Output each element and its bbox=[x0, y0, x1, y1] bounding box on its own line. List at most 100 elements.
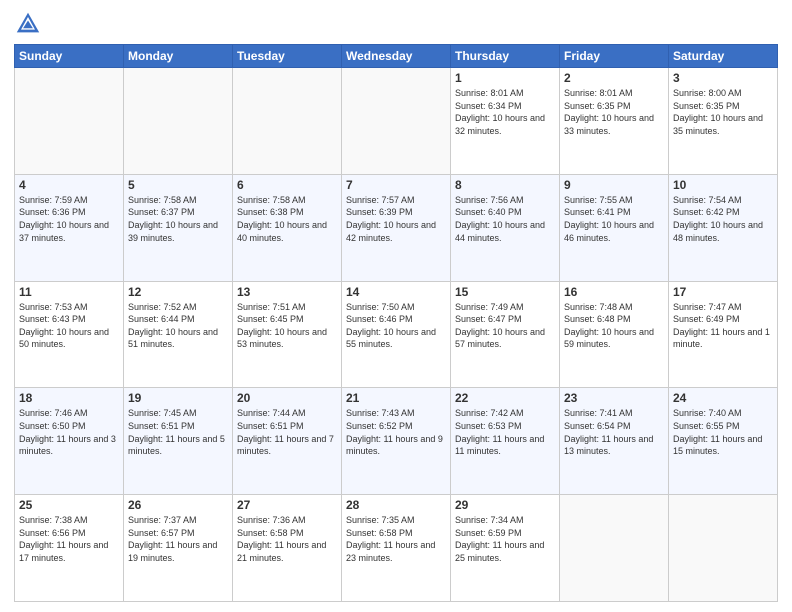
calendar-day-cell: 26 Sunrise: 7:37 AM Sunset: 6:57 PM Dayli… bbox=[124, 495, 233, 602]
day-info: Sunrise: 7:56 AM Sunset: 6:40 PM Dayligh… bbox=[455, 194, 555, 244]
calendar-day-cell: 6 Sunrise: 7:58 AM Sunset: 6:38 PM Daylig… bbox=[233, 174, 342, 281]
calendar-day-cell: 14 Sunrise: 7:50 AM Sunset: 6:46 PM Dayli… bbox=[342, 281, 451, 388]
calendar-day-header: Saturday bbox=[669, 45, 778, 68]
calendar-day-cell: 9Sunrise: 7:55 AM Sunset: 6:41 PM Daylig… bbox=[560, 174, 669, 281]
day-number: 6 bbox=[237, 178, 337, 192]
day-number: 5 bbox=[128, 178, 228, 192]
calendar-day-cell: 23 Sunrise: 7:41 AM Sunset: 6:54 PM Dayli… bbox=[560, 388, 669, 495]
day-info: Sunrise: 7:52 AM Sunset: 6:44 PM Dayligh… bbox=[128, 301, 228, 351]
calendar-day-cell: 1 Sunrise: 8:01 AM Sunset: 6:34 PM Daylig… bbox=[451, 68, 560, 175]
day-info: Sunrise: 7:40 AM Sunset: 6:55 PM Dayligh… bbox=[673, 407, 773, 457]
day-number: 27 bbox=[237, 498, 337, 512]
day-info: Sunrise: 7:38 AM Sunset: 6:56 PM Dayligh… bbox=[19, 514, 119, 564]
logo-icon bbox=[14, 10, 42, 38]
day-number: 22 bbox=[455, 391, 555, 405]
day-info: Sunrise: 7:50 AM Sunset: 6:46 PM Dayligh… bbox=[346, 301, 446, 351]
calendar-day-cell: 27 Sunrise: 7:36 AM Sunset: 6:58 PM Dayli… bbox=[233, 495, 342, 602]
calendar-day-cell: 10 Sunrise: 7:54 AM Sunset: 6:42 PM Dayli… bbox=[669, 174, 778, 281]
calendar-day-cell bbox=[669, 495, 778, 602]
calendar-day-cell: 13 Sunrise: 7:51 AM Sunset: 6:45 PM Dayli… bbox=[233, 281, 342, 388]
day-info: Sunrise: 8:01 AM Sunset: 6:35 PM Dayligh… bbox=[564, 87, 664, 137]
day-number: 12 bbox=[128, 285, 228, 299]
calendar-day-cell bbox=[124, 68, 233, 175]
calendar-day-header: Monday bbox=[124, 45, 233, 68]
day-info: Sunrise: 7:34 AM Sunset: 6:59 PM Dayligh… bbox=[455, 514, 555, 564]
day-info: Sunrise: 7:36 AM Sunset: 6:58 PM Dayligh… bbox=[237, 514, 337, 564]
day-number: 13 bbox=[237, 285, 337, 299]
calendar-day-cell: 12 Sunrise: 7:52 AM Sunset: 6:44 PM Dayli… bbox=[124, 281, 233, 388]
day-info: Sunrise: 7:45 AM Sunset: 6:51 PM Dayligh… bbox=[128, 407, 228, 457]
day-info: Sunrise: 8:01 AM Sunset: 6:34 PM Dayligh… bbox=[455, 87, 555, 137]
calendar-header-row: SundayMondayTuesdayWednesdayThursdayFrid… bbox=[15, 45, 778, 68]
calendar-day-header: Thursday bbox=[451, 45, 560, 68]
day-info: Sunrise: 7:53 AM Sunset: 6:43 PM Dayligh… bbox=[19, 301, 119, 351]
day-number: 4 bbox=[19, 178, 119, 192]
day-number: 17 bbox=[673, 285, 773, 299]
day-number: 11 bbox=[19, 285, 119, 299]
calendar-day-cell: 8 Sunrise: 7:56 AM Sunset: 6:40 PM Daylig… bbox=[451, 174, 560, 281]
day-number: 3 bbox=[673, 71, 773, 85]
calendar-day-cell bbox=[560, 495, 669, 602]
calendar-day-cell: 4 Sunrise: 7:59 AM Sunset: 6:36 PM Daylig… bbox=[15, 174, 124, 281]
page-header bbox=[14, 10, 778, 38]
day-info: Sunrise: 7:42 AM Sunset: 6:53 PM Dayligh… bbox=[455, 407, 555, 457]
day-number: 24 bbox=[673, 391, 773, 405]
day-info: Sunrise: 7:46 AM Sunset: 6:50 PM Dayligh… bbox=[19, 407, 119, 457]
day-number: 7 bbox=[346, 178, 446, 192]
calendar-day-cell: 5Sunrise: 7:58 AM Sunset: 6:37 PM Daylig… bbox=[124, 174, 233, 281]
day-info: Sunrise: 7:43 AM Sunset: 6:52 PM Dayligh… bbox=[346, 407, 446, 457]
day-info: Sunrise: 7:58 AM Sunset: 6:38 PM Dayligh… bbox=[237, 194, 337, 244]
day-info: Sunrise: 7:57 AM Sunset: 6:39 PM Dayligh… bbox=[346, 194, 446, 244]
day-info: Sunrise: 7:51 AM Sunset: 6:45 PM Dayligh… bbox=[237, 301, 337, 351]
calendar-week-row: 11 Sunrise: 7:53 AM Sunset: 6:43 PM Dayli… bbox=[15, 281, 778, 388]
calendar-day-cell: 28 Sunrise: 7:35 AM Sunset: 6:58 PM Dayli… bbox=[342, 495, 451, 602]
day-number: 2 bbox=[564, 71, 664, 85]
calendar-day-cell: 20 Sunrise: 7:44 AM Sunset: 6:51 PM Dayli… bbox=[233, 388, 342, 495]
calendar-day-cell bbox=[342, 68, 451, 175]
day-info: Sunrise: 7:54 AM Sunset: 6:42 PM Dayligh… bbox=[673, 194, 773, 244]
day-number: 14 bbox=[346, 285, 446, 299]
calendar-day-cell: 24 Sunrise: 7:40 AM Sunset: 6:55 PM Dayli… bbox=[669, 388, 778, 495]
calendar-day-cell: 19Sunrise: 7:45 AM Sunset: 6:51 PM Dayli… bbox=[124, 388, 233, 495]
calendar-week-row: 1 Sunrise: 8:01 AM Sunset: 6:34 PM Daylig… bbox=[15, 68, 778, 175]
logo bbox=[14, 10, 46, 38]
calendar-week-row: 25 Sunrise: 7:38 AM Sunset: 6:56 PM Dayli… bbox=[15, 495, 778, 602]
calendar-day-cell bbox=[15, 68, 124, 175]
day-number: 26 bbox=[128, 498, 228, 512]
calendar-day-header: Sunday bbox=[15, 45, 124, 68]
day-number: 1 bbox=[455, 71, 555, 85]
day-number: 15 bbox=[455, 285, 555, 299]
calendar-day-cell: 17 Sunrise: 7:47 AM Sunset: 6:49 PM Dayli… bbox=[669, 281, 778, 388]
calendar-day-header: Wednesday bbox=[342, 45, 451, 68]
day-number: 8 bbox=[455, 178, 555, 192]
day-number: 9 bbox=[564, 178, 664, 192]
day-number: 25 bbox=[19, 498, 119, 512]
calendar-day-cell: 18 Sunrise: 7:46 AM Sunset: 6:50 PM Dayli… bbox=[15, 388, 124, 495]
day-info: Sunrise: 7:47 AM Sunset: 6:49 PM Dayligh… bbox=[673, 301, 773, 351]
day-info: Sunrise: 7:41 AM Sunset: 6:54 PM Dayligh… bbox=[564, 407, 664, 457]
day-number: 20 bbox=[237, 391, 337, 405]
day-number: 10 bbox=[673, 178, 773, 192]
calendar-week-row: 18 Sunrise: 7:46 AM Sunset: 6:50 PM Dayli… bbox=[15, 388, 778, 495]
day-info: Sunrise: 7:35 AM Sunset: 6:58 PM Dayligh… bbox=[346, 514, 446, 564]
day-number: 23 bbox=[564, 391, 664, 405]
calendar-week-row: 4 Sunrise: 7:59 AM Sunset: 6:36 PM Daylig… bbox=[15, 174, 778, 281]
calendar-day-cell: 2 Sunrise: 8:01 AM Sunset: 6:35 PM Daylig… bbox=[560, 68, 669, 175]
calendar-day-cell: 15Sunrise: 7:49 AM Sunset: 6:47 PM Dayli… bbox=[451, 281, 560, 388]
day-number: 21 bbox=[346, 391, 446, 405]
calendar-day-cell bbox=[233, 68, 342, 175]
calendar-day-cell: 16Sunrise: 7:48 AM Sunset: 6:48 PM Dayli… bbox=[560, 281, 669, 388]
calendar-day-cell: 3 Sunrise: 8:00 AM Sunset: 6:35 PM Daylig… bbox=[669, 68, 778, 175]
day-number: 29 bbox=[455, 498, 555, 512]
day-info: Sunrise: 7:44 AM Sunset: 6:51 PM Dayligh… bbox=[237, 407, 337, 457]
calendar-day-cell: 11 Sunrise: 7:53 AM Sunset: 6:43 PM Dayli… bbox=[15, 281, 124, 388]
day-number: 18 bbox=[19, 391, 119, 405]
calendar-day-cell: 21 Sunrise: 7:43 AM Sunset: 6:52 PM Dayli… bbox=[342, 388, 451, 495]
day-number: 16 bbox=[564, 285, 664, 299]
calendar-day-cell: 22 Sunrise: 7:42 AM Sunset: 6:53 PM Dayli… bbox=[451, 388, 560, 495]
calendar-table: SundayMondayTuesdayWednesdayThursdayFrid… bbox=[14, 44, 778, 602]
day-info: Sunrise: 8:00 AM Sunset: 6:35 PM Dayligh… bbox=[673, 87, 773, 137]
day-number: 28 bbox=[346, 498, 446, 512]
day-info: Sunrise: 7:37 AM Sunset: 6:57 PM Dayligh… bbox=[128, 514, 228, 564]
day-info: Sunrise: 7:59 AM Sunset: 6:36 PM Dayligh… bbox=[19, 194, 119, 244]
